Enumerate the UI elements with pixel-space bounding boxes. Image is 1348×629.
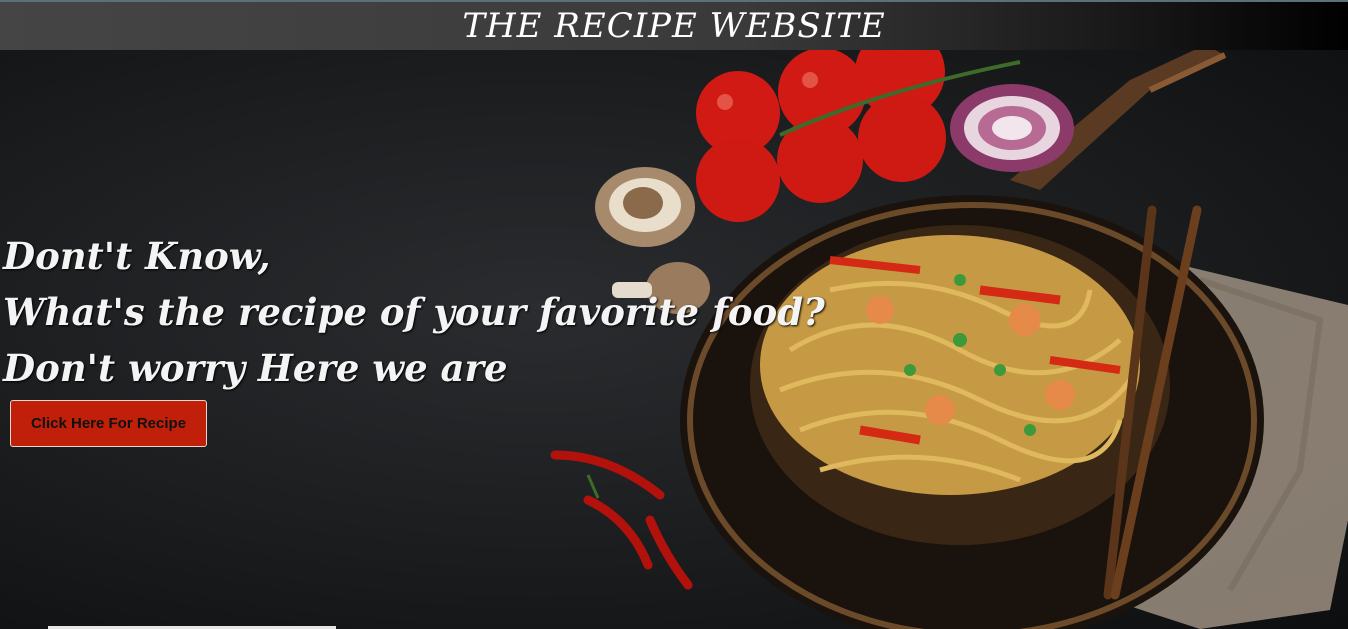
site-header: THE RECIPE WEBSITE <box>0 0 1348 50</box>
headline-line-1: Dont't Know, <box>3 234 271 278</box>
headline-line-3: Don't worry Here we are <box>3 346 508 390</box>
chili-peppers-illustration <box>550 450 693 590</box>
recipe-cta-button[interactable]: Click Here For Recipe <box>10 400 207 447</box>
headline-line-2: What's the recipe of your favorite food? <box>3 290 825 334</box>
hero-headline: Dont't Know, What's the recipe of your f… <box>3 228 825 396</box>
hero-section: Dont't Know, What's the recipe of your f… <box>0 50 1348 629</box>
site-title: THE RECIPE WEBSITE <box>462 6 886 46</box>
onion-illustration <box>950 84 1074 172</box>
